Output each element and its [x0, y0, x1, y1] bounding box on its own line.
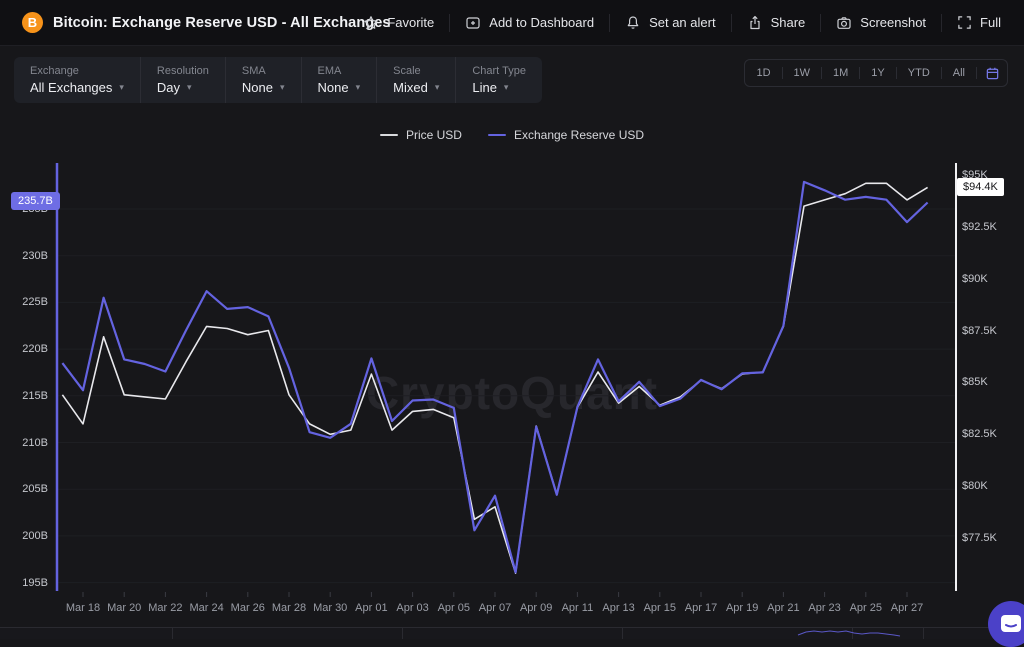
right-axis-tick-label: $92.5K — [962, 220, 997, 234]
action-label: Full — [980, 15, 1001, 30]
selected-value: None — [242, 80, 273, 95]
range-1d-button[interactable]: 1D — [745, 61, 781, 85]
favorite-button[interactable]: Favorite — [348, 15, 449, 31]
left-axis-tick-label: 220B — [12, 342, 48, 356]
add-to-dashboard-button[interactable]: Add to Dashboard — [450, 15, 609, 31]
left-axis-tick-label: 210B — [12, 436, 48, 450]
legend-item-exchange-reserve-usd[interactable]: Exchange Reserve USD — [488, 128, 644, 142]
control-scale[interactable]: Scale Mixed ▾ — [376, 57, 455, 103]
reserve-current-value-badge: 235.7B — [11, 192, 60, 210]
chart-legend: Price USD Exchange Reserve USD — [0, 128, 1024, 142]
header-actions: Favorite Add to Dashboard Set an alert Shar… — [348, 0, 1016, 45]
chart-controls-bar: Exchange All Exchanges ▾ Resolution Day ▾ SMA N… — [14, 57, 542, 103]
fullscreen-icon — [957, 15, 972, 30]
control-label: SMA — [242, 65, 285, 77]
share-button[interactable]: Share — [732, 15, 821, 31]
action-label: Share — [771, 15, 806, 30]
top-bar: B Bitcoin: Exchange Reserve USD - All Ex… — [0, 0, 1024, 46]
control-chart-type[interactable]: Chart Type Line ▾ — [455, 57, 542, 103]
selected-value: None — [318, 80, 349, 95]
action-label: Set an alert — [649, 15, 716, 30]
navigator-sparkline — [0, 627, 1024, 638]
price-current-value-badge: $94.4K — [957, 178, 1004, 196]
control-value: Mixed ▾ — [393, 80, 439, 95]
full-button[interactable]: Full — [942, 15, 1016, 30]
camera-icon — [836, 15, 852, 31]
right-axis-tick-label: $85K — [962, 375, 988, 389]
range-ytd-button[interactable]: YTD — [897, 61, 941, 85]
control-value: Day ▾ — [157, 80, 209, 95]
selected-value: All Exchanges — [30, 80, 112, 95]
control-label: Chart Type — [472, 65, 526, 77]
range-all-button[interactable]: All — [942, 61, 976, 85]
legend-item-price-usd[interactable]: Price USD — [380, 128, 462, 142]
action-label: Favorite — [387, 15, 434, 30]
control-label: Exchange — [30, 65, 124, 77]
left-axis-tick-label: 225B — [12, 295, 48, 309]
screenshot-button[interactable]: Screenshot — [821, 15, 941, 31]
control-ema[interactable]: EMA None ▾ — [301, 57, 377, 103]
chat-support-button[interactable] — [988, 601, 1024, 647]
chevron-down-icon: ▾ — [504, 83, 509, 92]
star-icon — [363, 15, 379, 31]
control-value: All Exchanges ▾ — [30, 80, 124, 95]
series-price-usd — [62, 183, 927, 573]
control-label: Resolution — [157, 65, 209, 77]
left-axis-tick-label: 215B — [12, 389, 48, 403]
selected-value: Day — [157, 80, 180, 95]
chevron-down-icon: ▾ — [356, 83, 361, 92]
selected-value: Mixed — [393, 80, 428, 95]
control-sma[interactable]: SMA None ▾ — [225, 57, 301, 103]
selected-value: Line — [472, 80, 497, 95]
right-axis-tick-label: $77.5K — [962, 531, 997, 545]
range-1y-button[interactable]: 1Y — [860, 61, 895, 85]
chevron-down-icon: ▾ — [119, 83, 124, 92]
legend-label: Exchange Reserve USD — [514, 128, 644, 142]
chevron-down-icon: ▾ — [280, 83, 285, 92]
left-axis-tick-label: 230B — [12, 249, 48, 263]
action-label: Screenshot — [860, 15, 926, 30]
chevron-down-icon: ▾ — [435, 83, 440, 92]
control-value: Line ▾ — [472, 80, 526, 95]
control-value: None ▾ — [242, 80, 285, 95]
right-axis-tick-label: $82.5K — [962, 427, 997, 441]
bitcoin-icon: B — [22, 12, 43, 33]
legend-label: Price USD — [406, 128, 462, 142]
control-label: EMA — [318, 65, 361, 77]
calendar-icon — [985, 66, 1000, 81]
left-axis-tick-label: 200B — [12, 529, 48, 543]
control-exchange[interactable]: Exchange All Exchanges ▾ — [14, 57, 140, 103]
left-axis-tick-label: 205B — [12, 482, 48, 496]
bell-icon — [625, 15, 641, 31]
folder-plus-icon — [465, 15, 481, 31]
legend-dash — [380, 134, 398, 136]
time-range-selector: 1D1W1M1YYTDAll — [744, 59, 1008, 87]
right-axis-tick-label: $80K — [962, 479, 988, 493]
left-axis-tick-label: 195B — [12, 576, 48, 590]
range-1m-button[interactable]: 1M — [822, 61, 859, 85]
right-axis-tick-label: $90K — [962, 272, 988, 286]
chat-icon — [1000, 614, 1022, 634]
action-label: Add to Dashboard — [489, 15, 594, 30]
page-title: Bitcoin: Exchange Reserve USD - All Exch… — [53, 15, 391, 31]
x-axis-tick-label: Apr 27 — [882, 602, 932, 614]
range-1w-button[interactable]: 1W — [783, 61, 822, 85]
control-label: Scale — [393, 65, 439, 77]
set-an-alert-button[interactable]: Set an alert — [610, 15, 731, 31]
control-value: None ▾ — [318, 80, 361, 95]
calendar-date-picker-button[interactable] — [977, 61, 1007, 85]
control-resolution[interactable]: Resolution Day ▾ — [140, 57, 225, 103]
share-icon — [747, 15, 763, 31]
right-axis-tick-label: $87.5K — [962, 324, 997, 338]
legend-dash — [488, 134, 506, 136]
chevron-down-icon: ▾ — [187, 83, 192, 92]
chart-title-group: B Bitcoin: Exchange Reserve USD - All Ex… — [0, 12, 391, 33]
